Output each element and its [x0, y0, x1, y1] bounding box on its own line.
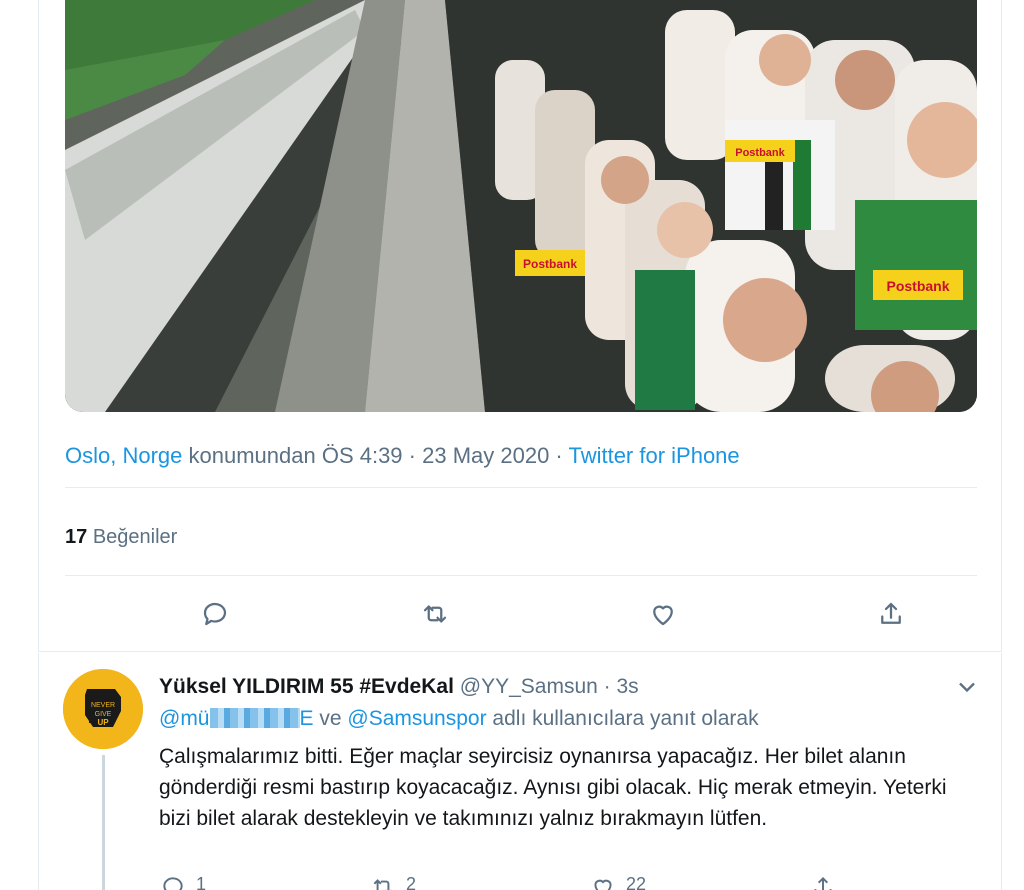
- mention-redacted[interactable]: @mü E: [159, 707, 314, 730]
- avatar[interactable]: NEVER GIVE UP: [63, 669, 143, 749]
- avatar-text-never: NEVER: [91, 702, 115, 709]
- reply-icon: [203, 602, 227, 626]
- reply-time[interactable]: 3s: [616, 675, 638, 698]
- chevron-down-icon: [959, 682, 975, 693]
- redaction-blur: [209, 708, 300, 728]
- fist-logo-icon: NEVER GIVE UP: [63, 669, 143, 749]
- retweet-icon: [373, 879, 392, 890]
- likes-label: Beğeniler: [92, 526, 178, 548]
- reply-count: 1: [196, 874, 207, 890]
- mention-samsunspor[interactable]: @Samsunspor: [347, 707, 486, 730]
- tweet-meta: Oslo, Norge konumundan ÖS 4:39 · 23 May …: [65, 441, 740, 471]
- separator: ·: [402, 443, 423, 468]
- reply-tweet[interactable]: NEVER GIVE UP Yüksel YILDIRIM 55 #EvdeKa…: [38, 653, 1002, 890]
- share-button[interactable]: [869, 592, 913, 636]
- divider: [65, 487, 977, 488]
- stadium-photo: Postbank Postbank Postbank: [65, 0, 977, 412]
- retweet-icon: [423, 605, 447, 623]
- like-count: 22: [626, 874, 647, 890]
- reply-reply-button[interactable]: 1: [160, 874, 206, 890]
- reply-retweet-button[interactable]: 2: [370, 874, 416, 890]
- retweet-button[interactable]: [413, 592, 457, 636]
- replying-to: @mü E ve @Samsunspor adlı kullanıcılara y…: [159, 705, 759, 733]
- share-icon: [881, 602, 901, 624]
- likes-summary[interactable]: 17 Beğeniler: [65, 522, 177, 552]
- dot-separator: ·: [597, 675, 617, 698]
- divider: [65, 575, 977, 576]
- author-handle[interactable]: @YY_Samsun: [460, 675, 598, 698]
- tweet-actions: [65, 592, 977, 636]
- postbank-sign-3: Postbank: [735, 147, 785, 159]
- reply-actions: 1 2 22: [120, 874, 940, 890]
- like-button[interactable]: [641, 592, 685, 636]
- reply-suffix: adlı kullanıcılara yanıt olarak: [486, 707, 759, 730]
- tweet-date[interactable]: 23 May 2020: [422, 443, 549, 468]
- conjunction: ve: [313, 707, 348, 730]
- postbank-sign-1: Postbank: [886, 278, 949, 294]
- share-icon: [814, 876, 832, 890]
- avatar-text-give: GIVE: [95, 711, 112, 718]
- retweet-count: 2: [406, 874, 417, 890]
- author-name[interactable]: Yüksel YILDIRIM 55 #EvdeKal: [159, 675, 454, 698]
- postbank-sign-2: Postbank: [523, 257, 577, 271]
- reply-icon: [163, 877, 183, 890]
- more-menu-button[interactable]: [953, 673, 981, 701]
- reply-like-button[interactable]: 22: [590, 874, 646, 890]
- like-icon: [594, 879, 612, 890]
- reply-share-button[interactable]: [810, 874, 836, 890]
- tweet-time[interactable]: ÖS 4:39: [322, 443, 403, 468]
- thread-line: [102, 755, 105, 890]
- reply-button[interactable]: [193, 592, 237, 636]
- like-icon: [653, 605, 673, 626]
- location-suffix: konumundan: [182, 443, 322, 468]
- tweet-photo[interactable]: Postbank Postbank Postbank: [65, 0, 977, 412]
- reply-body: Çalışmalarımız bitti. Eğer maçlar seyirc…: [159, 745, 947, 830]
- tweet-source[interactable]: Twitter for iPhone: [568, 443, 739, 468]
- main-tweet: Postbank Postbank Postbank Oslo, Norge k…: [38, 0, 1002, 652]
- separator: ·: [549, 443, 569, 468]
- avatar-text-up: UP: [97, 718, 109, 727]
- location-link[interactable]: Oslo, Norge: [65, 443, 182, 468]
- likes-count: 17: [65, 526, 88, 548]
- reply-header: Yüksel YILDIRIM 55 #EvdeKal @YY_Samsun ·…: [159, 673, 639, 701]
